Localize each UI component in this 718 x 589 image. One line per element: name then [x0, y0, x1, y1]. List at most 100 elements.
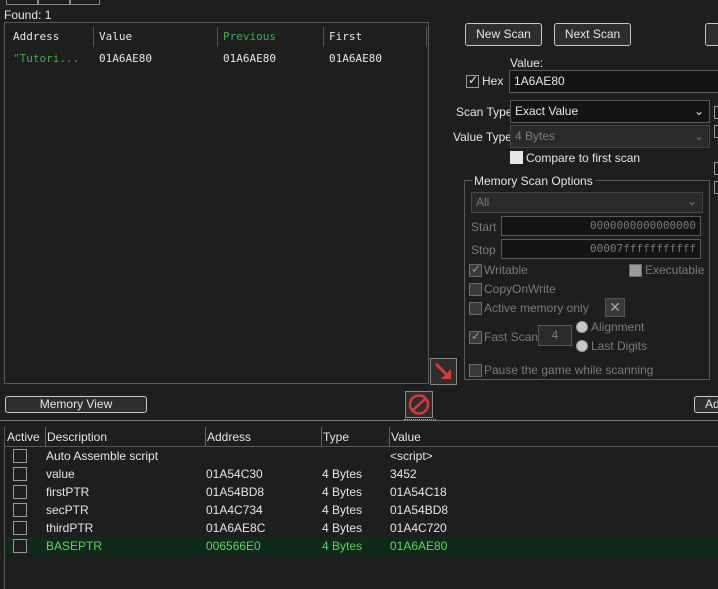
no-entry-icon[interactable]: [405, 391, 433, 418]
table-row-selected[interactable]: BASEPTR 006566E0 4 Bytes 01A6AE80: [5, 537, 718, 555]
row-address: 01A54C30: [206, 467, 263, 481]
right-edge-checkbox-1[interactable]: [714, 106, 718, 119]
last-digits-label: Last Digits: [591, 339, 648, 353]
chevron-down-icon: ⌄: [693, 104, 704, 118]
splitter[interactable]: [0, 419, 718, 425]
scan-type-select[interactable]: Exact Value ⌄: [510, 100, 710, 123]
clear-icon[interactable]: ✕: [605, 298, 625, 317]
alignment-radio[interactable]: [576, 321, 588, 333]
row-type: 4 Bytes: [322, 503, 363, 517]
value-type-label: Value Type: [453, 130, 512, 144]
new-scan-button[interactable]: New Scan: [465, 23, 542, 46]
active-checkbox[interactable]: [13, 467, 27, 481]
active-checkbox[interactable]: [13, 449, 27, 463]
stop-address-input[interactable]: 00007fffffffffff: [501, 239, 701, 259]
executable-checkbox[interactable]: [629, 264, 642, 277]
copy-on-write-label: CopyOnWrite: [484, 282, 556, 296]
row-value: 01A6AE80: [390, 539, 448, 553]
col-address-header[interactable]: Address: [207, 430, 251, 444]
address-list-header: Active Description Address Type Value: [5, 427, 718, 447]
add-address-button[interactable]: Ad: [694, 396, 718, 413]
copy-on-write-checkbox[interactable]: [469, 283, 482, 296]
row-description: value: [46, 467, 75, 481]
row-value: <script>: [390, 449, 433, 463]
result-address: "Tutori...: [13, 52, 80, 65]
result-previous: 01A6AE80: [223, 52, 276, 65]
hex-checkbox[interactable]: [466, 73, 479, 88]
col-description-header[interactable]: Description: [47, 430, 107, 444]
start-address-input[interactable]: 0000000000000000: [501, 216, 701, 236]
alignment-label: Alignment: [591, 320, 645, 334]
undo-scan-button[interactable]: [705, 23, 718, 46]
compare-first-checkbox[interactable]: [510, 151, 523, 164]
address-list[interactable]: Active Description Address Type Value Au…: [4, 427, 718, 589]
right-edge-checkbox-4[interactable]: [714, 181, 718, 194]
row-description: firstPTR: [46, 485, 90, 499]
active-checkbox[interactable]: [13, 503, 27, 517]
row-value: 3452: [390, 467, 417, 481]
executable-label: Executable: [645, 263, 705, 277]
start-label: Start: [471, 220, 497, 234]
results-row[interactable]: "Tutori... 01A6AE80 01A6AE80 01A6AE80: [5, 51, 428, 67]
region-value: All: [476, 195, 490, 209]
row-description: BASEPTR: [46, 539, 103, 553]
chevron-down-icon: ⌄: [686, 194, 697, 208]
right-edge-checkbox-3[interactable]: [714, 162, 718, 175]
row-address: 006566E0: [206, 539, 261, 553]
arrow-down-right-icon: [434, 362, 451, 379]
row-description: thirdPTR: [46, 521, 94, 535]
active-memory-label: Active memory only: [484, 301, 589, 315]
table-row[interactable]: firstPTR 01A54BD8 4 Bytes 01A54C18: [5, 483, 718, 501]
fast-scan-label: Fast Scan: [484, 330, 539, 344]
top-tab-stub-3[interactable]: [70, 0, 100, 5]
value-input[interactable]: 1A6AE80: [509, 70, 718, 93]
region-select[interactable]: All ⌄: [471, 192, 703, 213]
table-row[interactable]: secPTR 01A4C734 4 Bytes 01A54BD8: [5, 501, 718, 519]
writable-checkbox[interactable]: [469, 262, 482, 277]
pause-game-checkbox[interactable]: [469, 364, 482, 377]
row-type: 4 Bytes: [322, 521, 363, 535]
row-value: 01A54BD8: [390, 503, 449, 517]
row-address: 01A6AE8C: [206, 521, 266, 535]
row-address: 01A54BD8: [206, 485, 265, 499]
results-list[interactable]: Address Value Previous First "Tutori... …: [4, 22, 429, 384]
top-tab-stub-2[interactable]: [38, 0, 70, 5]
memory-scan-options-title: Memory Scan Options: [472, 174, 595, 188]
table-row[interactable]: thirdPTR 01A6AE8C 4 Bytes 01A4C720: [5, 519, 718, 537]
fast-scan-checkbox[interactable]: [469, 329, 482, 344]
memory-view-button[interactable]: Memory View: [5, 396, 147, 413]
row-value: 01A54C18: [390, 485, 447, 499]
row-type: 4 Bytes: [322, 539, 363, 553]
table-row[interactable]: Auto Assemble script <script>: [5, 447, 718, 465]
active-checkbox[interactable]: [13, 485, 27, 499]
col-address-header[interactable]: Address: [13, 30, 59, 43]
result-first: 01A6AE80: [329, 52, 382, 65]
found-count-label: Found: 1: [4, 8, 52, 22]
results-header: Address Value Previous First: [5, 25, 428, 49]
col-active-header[interactable]: Active: [7, 430, 40, 444]
value-type-value: 4 Bytes: [515, 129, 556, 143]
col-type-header[interactable]: Type: [323, 430, 349, 444]
top-tab-stub-1[interactable]: [6, 0, 38, 5]
hex-label: Hex: [482, 74, 504, 88]
last-digits-radio[interactable]: [576, 340, 588, 352]
right-edge-checkbox-2[interactable]: [714, 125, 718, 138]
col-previous-header[interactable]: Previous: [223, 30, 276, 43]
active-checkbox[interactable]: [13, 539, 27, 553]
scan-type-value: Exact Value: [515, 104, 579, 118]
pause-game-label: Pause the game while scanning: [484, 363, 654, 377]
value-label: Value:: [510, 56, 544, 70]
col-value-header[interactable]: Value: [99, 30, 132, 43]
table-row[interactable]: value 01A54C30 4 Bytes 3452: [5, 465, 718, 483]
row-description: secPTR: [46, 503, 89, 517]
active-memory-checkbox[interactable]: [469, 302, 482, 315]
col-first-header[interactable]: First: [329, 30, 362, 43]
value-type-select[interactable]: 4 Bytes ⌄: [510, 125, 710, 148]
col-value-header[interactable]: Value: [391, 430, 421, 444]
next-scan-button[interactable]: Next Scan: [554, 23, 631, 46]
add-address-arrow-button[interactable]: [430, 358, 457, 385]
fast-scan-input[interactable]: 4: [538, 325, 572, 346]
row-address: 01A4C734: [206, 503, 263, 517]
active-checkbox[interactable]: [13, 521, 27, 535]
writable-label: Writable: [484, 263, 528, 277]
